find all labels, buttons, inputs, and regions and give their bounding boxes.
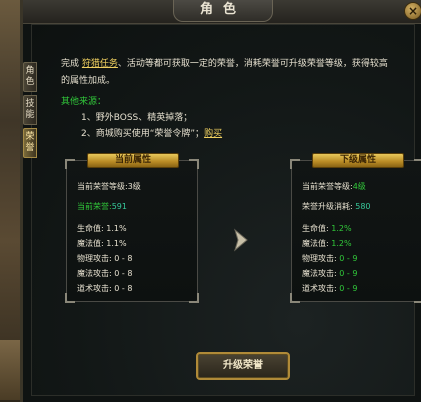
panel-corner xyxy=(65,159,75,169)
current-mp-row: 魔法值: 1.1% xyxy=(77,238,127,249)
hp-label: 生命值: xyxy=(77,224,104,233)
tab-skills[interactable]: 技能 xyxy=(23,95,37,125)
current-level-label: 当前荣誉等级: xyxy=(77,182,128,191)
next-attributes-panel: 下级属性 当前荣誉等级:4级 荣誉升级消耗: 580 生命值: 1.2% 魔法值… xyxy=(290,153,421,303)
panel-corner xyxy=(189,293,199,303)
close-icon: × xyxy=(407,4,419,18)
phys-label: 物理攻击: xyxy=(302,254,337,263)
mp-label: 魔法值: xyxy=(77,239,104,248)
panel-corner xyxy=(290,293,300,303)
upgrade-honor-button[interactable]: 升级荣誉 xyxy=(196,352,290,380)
hp-value: 1.1% xyxy=(106,224,127,233)
current-attributes-header: 当前属性 xyxy=(87,153,179,168)
phys-label: 物理攻击: xyxy=(77,254,112,263)
magic-value: 0 - 8 xyxy=(114,269,133,278)
source-item-2-text: 2、商城购买使用“荣誉令牌”； xyxy=(81,129,205,139)
next-level-row: 当前荣誉等级:4级 xyxy=(302,181,366,192)
panel-corner xyxy=(189,159,199,169)
current-attributes-panel: 当前属性 当前荣誉等级:3级 当前荣誉:591 生命值: 1.1% 魔法值: 1… xyxy=(65,153,199,303)
current-level-value: 3级 xyxy=(127,182,141,191)
mp-value: 1.2% xyxy=(331,239,352,248)
panel-corner xyxy=(290,159,300,169)
tao-value: 0 - 9 xyxy=(339,284,358,293)
arrow-right-icon xyxy=(234,228,248,252)
window-title: 角色 xyxy=(173,0,273,22)
current-honor-row: 当前荣誉:591 xyxy=(77,201,127,212)
title-bar[interactable]: 角色 × xyxy=(23,0,421,24)
tao-value: 0 - 8 xyxy=(114,284,133,293)
sources-title: 其他来源： xyxy=(61,97,107,107)
current-magic-row: 魔法攻击: 0 - 8 xyxy=(77,268,132,279)
next-mp-row: 魔法值: 1.2% xyxy=(302,238,352,249)
current-tao-row: 道术攻击: 0 - 8 xyxy=(77,283,132,294)
upgrade-cost-label: 荣誉升级消耗: xyxy=(302,202,353,211)
magic-value: 0 - 9 xyxy=(339,269,358,278)
hp-label: 生命值: xyxy=(302,224,329,233)
magic-label: 魔法攻击: xyxy=(302,269,337,278)
upgrade-cost-row: 荣誉升级消耗: 580 xyxy=(302,201,371,212)
tao-label: 道术攻击: xyxy=(302,284,337,293)
tab-honor[interactable]: 荣誉 xyxy=(23,128,37,158)
current-phys-row: 物理攻击: 0 - 8 xyxy=(77,253,132,264)
next-hp-row: 生命值: 1.2% xyxy=(302,223,352,234)
current-honor-value: 591 xyxy=(111,202,127,211)
magic-label: 魔法攻击: xyxy=(77,269,112,278)
hp-value: 1.2% xyxy=(331,224,352,233)
buy-link[interactable]: 购买 xyxy=(204,129,222,139)
phys-value: 0 - 8 xyxy=(114,254,133,263)
current-hp-row: 生命值: 1.1% xyxy=(77,223,127,234)
hunting-quest-link[interactable]: 狩猎任务 xyxy=(82,59,118,69)
next-level-label: 当前荣誉等级: xyxy=(302,182,353,191)
panel-corner xyxy=(414,293,421,303)
tao-label: 道术攻击: xyxy=(77,284,112,293)
source-item-1: 1、野外BOSS、精英掉落； xyxy=(81,113,193,123)
close-button[interactable]: × xyxy=(404,2,421,20)
character-window: 角色 × 角色 技能 荣誉 完成 狩猎任务、活动等都可获取一定的荣誉，消耗荣誉可… xyxy=(20,0,421,402)
upgrade-cost-value: 580 xyxy=(355,202,371,211)
next-level-value: 4级 xyxy=(352,182,366,191)
next-attributes-header: 下级属性 xyxy=(312,153,404,168)
intro-text: 完成 狩猎任务、活动等都可获取一定的荣誉，消耗荣誉可升级荣誉等级，获得较高的属性… xyxy=(61,56,391,90)
next-tao-row: 道术攻击: 0 - 9 xyxy=(302,283,357,294)
phys-value: 0 - 9 xyxy=(339,254,358,263)
panel-corner xyxy=(65,293,75,303)
next-magic-row: 魔法攻击: 0 - 9 xyxy=(302,268,357,279)
panel-corner xyxy=(414,159,421,169)
intro-prefix: 完成 xyxy=(61,59,80,69)
side-tabs: 角色 技能 荣誉 xyxy=(23,62,37,161)
current-honor-label: 当前荣誉: xyxy=(77,202,112,211)
current-level-row: 当前荣誉等级:3级 xyxy=(77,181,141,192)
source-item-2: 2、商城购买使用“荣誉令牌”；购买 xyxy=(81,126,222,139)
next-phys-row: 物理攻击: 0 - 9 xyxy=(302,253,357,264)
tab-character[interactable]: 角色 xyxy=(23,62,37,92)
mp-value: 1.1% xyxy=(106,239,127,248)
background-scroll xyxy=(0,340,22,400)
mp-label: 魔法值: xyxy=(302,239,329,248)
